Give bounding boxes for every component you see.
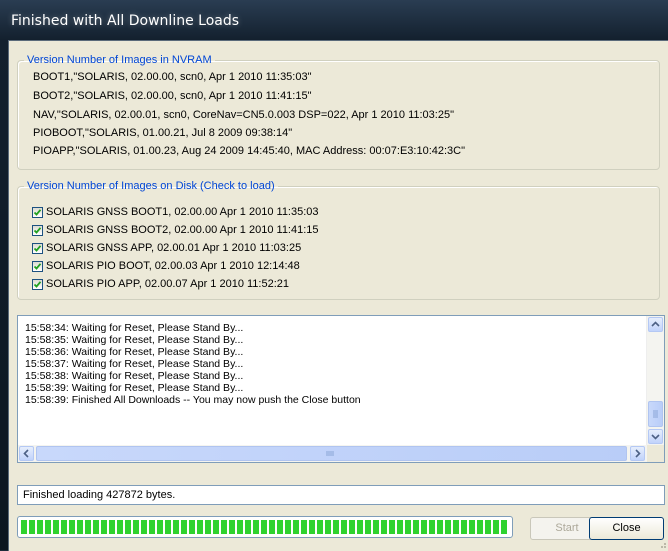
checkbox-checked-icon[interactable] — [32, 224, 43, 236]
resize-grip-icon[interactable] — [657, 539, 667, 549]
checkbox-checked-icon[interactable] — [32, 242, 43, 254]
nvram-group-legend: Version Number of Images in NVRAM — [27, 54, 212, 66]
scroll-up-button[interactable] — [648, 317, 663, 332]
scroll-right-button[interactable] — [630, 446, 645, 461]
window-title: Finished with All Downline Loads — [11, 13, 240, 29]
log-textbox[interactable]: 15:58:34: Waiting for Reset, Please Stan… — [17, 315, 665, 463]
progress-bar-fill — [21, 520, 509, 534]
download-progress-bar — [17, 516, 513, 538]
disk-image-checkbox-pio-boot[interactable]: SOLARIS PIO BOOT, 02.00.03 Apr 1 2010 12… — [32, 260, 300, 274]
chevron-left-icon — [23, 449, 29, 458]
log-line: 15:58:35: Waiting for Reset, Please Stan… — [25, 334, 244, 346]
log-line: 15:58:38: Waiting for Reset, Please Stan… — [25, 370, 244, 382]
checkbox-checked-icon[interactable] — [32, 278, 43, 290]
grip-lines-icon — [653, 410, 658, 418]
scrollbar-corner — [647, 445, 664, 462]
horizontal-scroll-thumb[interactable] — [36, 446, 627, 461]
log-vertical-scrollbar[interactable] — [646, 316, 664, 447]
log-line: 15:58:34: Waiting for Reset, Please Stan… — [25, 322, 244, 334]
checkbox-label: SOLARIS GNSS BOOT2, 02.00.00 Apr 1 2010 … — [46, 224, 319, 237]
disk-group-legend: Version Number of Images on Disk (Check … — [27, 180, 275, 192]
checkbox-label: SOLARIS GNSS BOOT1, 02.00.00 Apr 1 2010 … — [46, 206, 319, 219]
checkbox-label: SOLARIS PIO BOOT, 02.00.03 Apr 1 2010 12… — [46, 260, 300, 273]
dialog-window: Finished with All Downline Loads Version… — [0, 0, 668, 551]
vertical-scroll-thumb[interactable] — [648, 401, 663, 427]
nvram-line: PIOBOOT,"SOLARIS, 01.00.21, Jul 8 2009 0… — [33, 127, 293, 139]
nvram-line: PIOAPP,"SOLARIS, 01.00.23, Aug 24 2009 1… — [33, 145, 466, 157]
chevron-up-icon — [651, 321, 660, 327]
grip-lines-icon — [326, 451, 334, 456]
log-horizontal-scrollbar[interactable] — [18, 445, 647, 462]
disk-image-checkbox-gnss-boot1[interactable]: SOLARIS GNSS BOOT1, 02.00.00 Apr 1 2010 … — [32, 206, 319, 220]
checkbox-checked-icon[interactable] — [32, 260, 43, 272]
chevron-right-icon — [635, 449, 641, 458]
log-line: 15:58:39: Waiting for Reset, Please Stan… — [25, 382, 244, 394]
log-lines: 15:58:34: Waiting for Reset, Please Stan… — [25, 322, 361, 406]
nvram-line: BOOT2,"SOLARIS, 02.00.00, scn0, Apr 1 20… — [33, 90, 312, 102]
nvram-line: BOOT1,"SOLARIS, 02.00.00, scn0, Apr 1 20… — [33, 71, 312, 83]
log-line: 15:58:39: Finished All Downloads -- You … — [25, 394, 361, 406]
scroll-down-button[interactable] — [648, 429, 663, 444]
disk-image-checkbox-gnss-boot2[interactable]: SOLARIS GNSS BOOT2, 02.00.00 Apr 1 2010 … — [32, 224, 319, 238]
checkbox-checked-icon[interactable] — [32, 206, 43, 218]
log-line: 15:58:36: Waiting for Reset, Please Stan… — [25, 346, 244, 358]
checkbox-label: SOLARIS GNSS APP, 02.00.01 Apr 1 2010 11… — [46, 242, 302, 255]
title-bar[interactable]: Finished with All Downline Loads — [0, 0, 668, 40]
chevron-down-icon — [651, 434, 660, 440]
status-textbox: Finished loading 427872 bytes. — [17, 485, 665, 505]
checkbox-label: SOLARIS PIO APP, 02.00.07 Apr 1 2010 11:… — [46, 278, 289, 291]
close-button[interactable]: Close — [589, 517, 664, 540]
disk-image-checkbox-gnss-app[interactable]: SOLARIS GNSS APP, 02.00.01 Apr 1 2010 11… — [32, 242, 301, 256]
nvram-line: NAV,"SOLARIS, 02.00.01, scn0, CoreNav=CN… — [33, 109, 454, 121]
scroll-left-button[interactable] — [19, 446, 34, 461]
disk-image-checkbox-pio-app[interactable]: SOLARIS PIO APP, 02.00.07 Apr 1 2010 11:… — [32, 278, 289, 292]
log-line: 15:58:37: Waiting for Reset, Please Stan… — [25, 358, 244, 370]
